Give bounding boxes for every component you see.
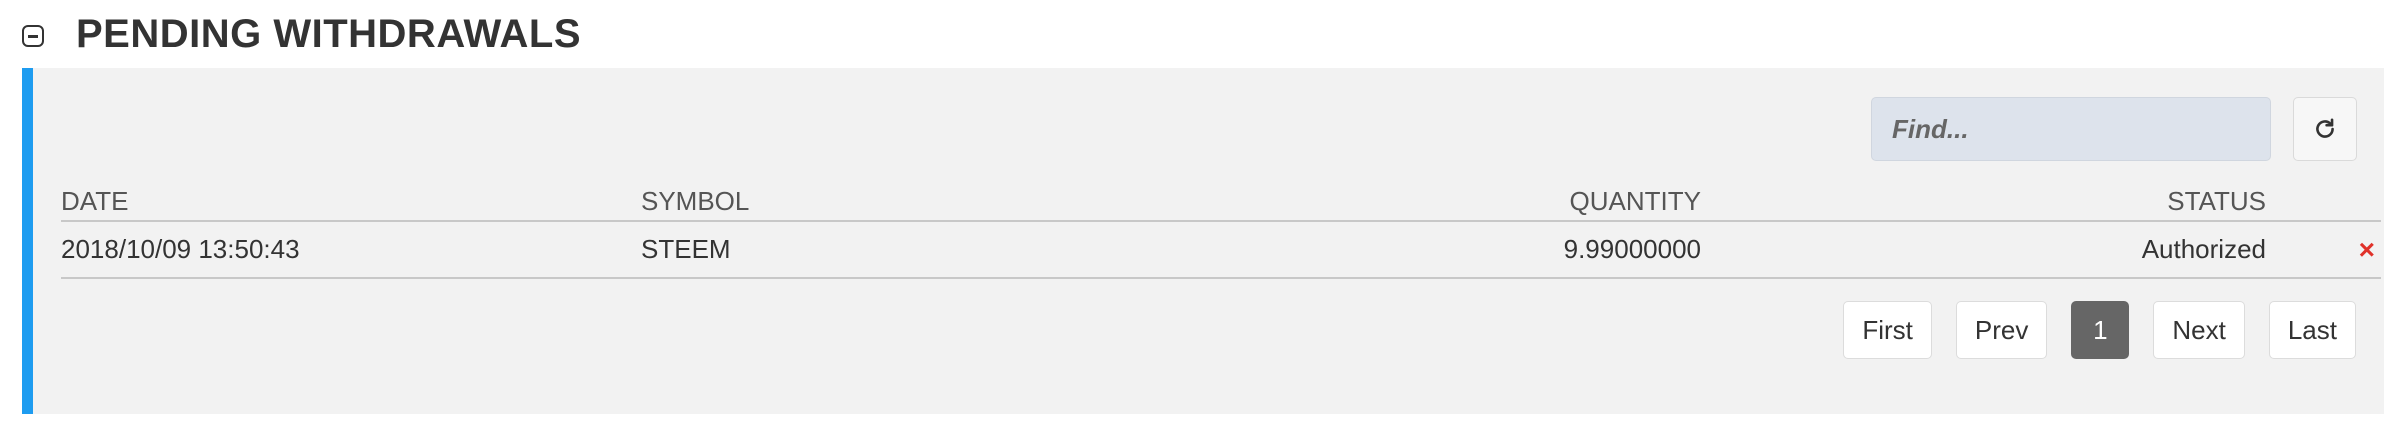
table-row: 2018/10/09 13:50:43 STEEM 9.99000000 Aut… bbox=[61, 222, 2381, 279]
header-date[interactable]: DATE bbox=[61, 186, 128, 217]
row-quantity: 9.99000000 bbox=[1563, 234, 1701, 264]
cancel-withdrawal-close-icon[interactable]: × bbox=[2359, 234, 2375, 266]
page-prev-button[interactable]: Prev bbox=[1955, 301, 2048, 359]
page-last-button[interactable]: Last bbox=[2268, 301, 2356, 359]
search-input[interactable] bbox=[1871, 97, 2271, 161]
collapse-icon[interactable] bbox=[22, 25, 44, 47]
withdrawals-table: DATE SYMBOL QUANTITY STATUS 2018/10/09 1… bbox=[61, 183, 2381, 279]
row-symbol: STEEM bbox=[641, 234, 731, 264]
page-first-button[interactable]: First bbox=[1843, 301, 1932, 359]
page-next-button[interactable]: Next bbox=[2153, 301, 2245, 359]
header-status[interactable]: STATUS bbox=[2167, 186, 2266, 217]
row-status: Authorized bbox=[2141, 234, 2266, 264]
row-date: 2018/10/09 13:50:43 bbox=[61, 234, 300, 264]
refresh-icon bbox=[2316, 118, 2334, 138]
page-current-button[interactable]: 1 bbox=[2071, 301, 2130, 359]
table-header: DATE SYMBOL QUANTITY STATUS bbox=[61, 183, 2381, 222]
header-symbol[interactable]: SYMBOL bbox=[641, 186, 749, 217]
refresh-button[interactable] bbox=[2293, 97, 2357, 161]
section-title: PENDING WITHDRAWALS bbox=[76, 11, 582, 56]
section-header: PENDING WITHDRAWALS bbox=[22, 0, 581, 68]
header-quantity[interactable]: QUANTITY bbox=[1570, 186, 1701, 217]
withdrawals-panel: DATE SYMBOL QUANTITY STATUS 2018/10/09 1… bbox=[22, 68, 2384, 414]
pagination: First Prev 1 Next Last bbox=[1843, 301, 2356, 359]
